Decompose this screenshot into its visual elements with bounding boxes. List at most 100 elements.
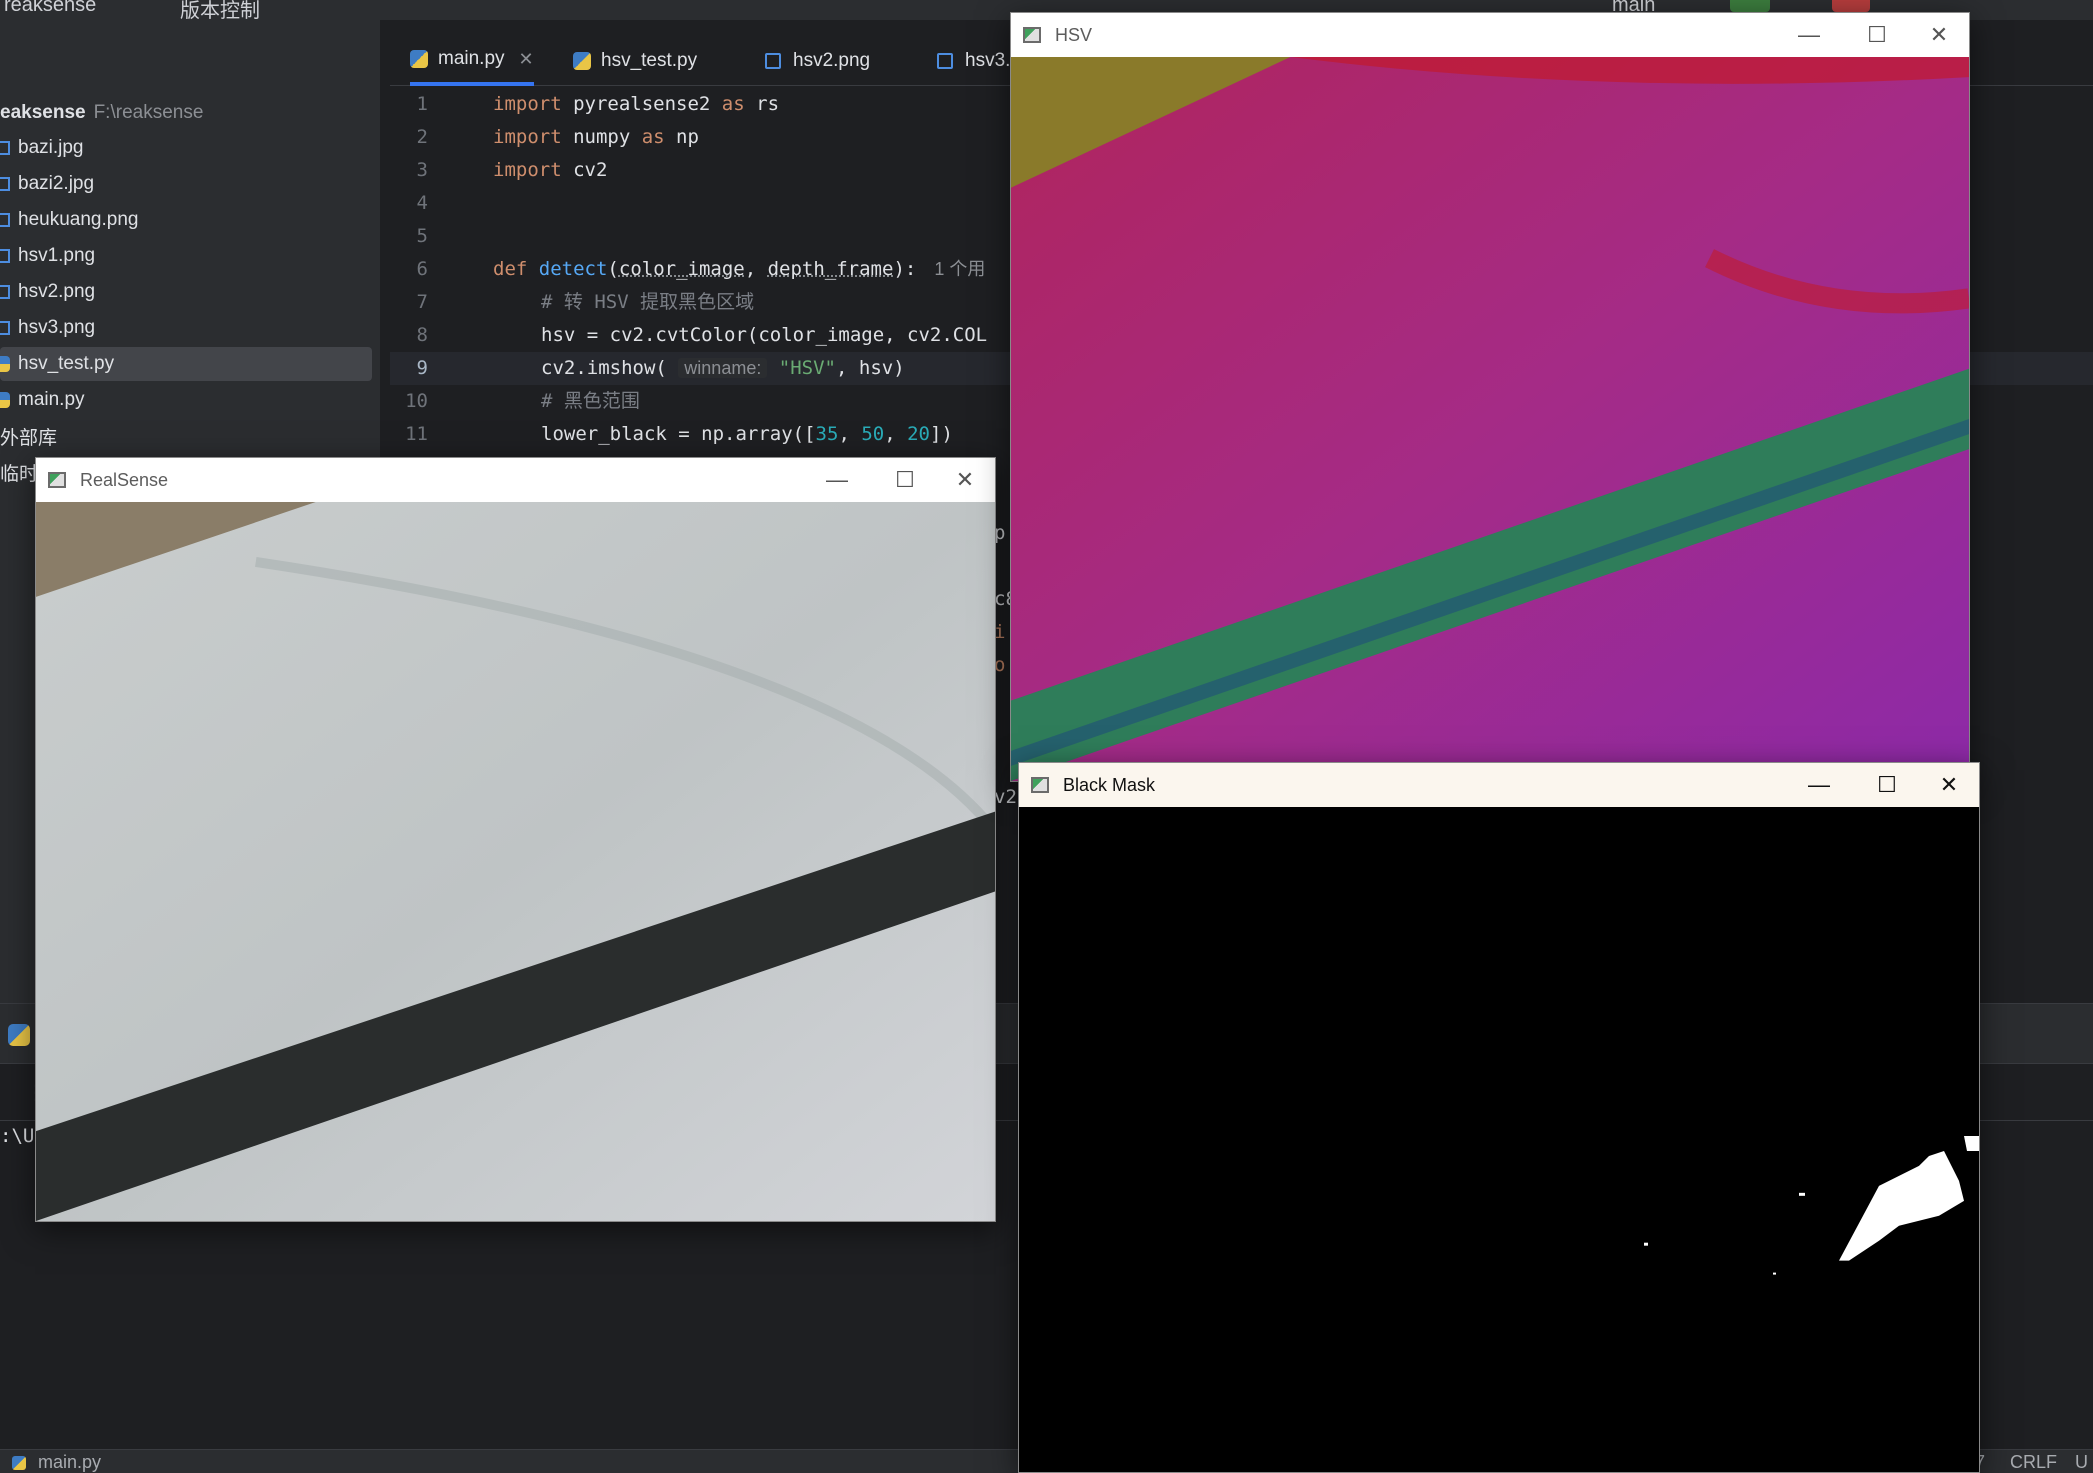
code-token: "HSV": [778, 357, 836, 379]
tab-hsv3-png[interactable]: hsv3.: [937, 36, 1010, 86]
run-button[interactable]: [1730, 0, 1770, 12]
python-file-icon: [410, 50, 428, 68]
black-mask-window[interactable]: Black Mask — ☐ ✕: [1018, 762, 1980, 1473]
close-button[interactable]: ✕: [935, 462, 995, 498]
project-root-path: F:\reaksense: [93, 102, 204, 123]
code-token: np: [664, 126, 699, 148]
code-token: numpy: [561, 126, 642, 148]
tree-item-label: heukuang.png: [18, 209, 139, 230]
app-icon: [48, 472, 66, 488]
code-token: import: [493, 93, 562, 115]
tab-label: hsv3.: [965, 50, 1011, 71]
tab-label: main.py: [438, 48, 505, 69]
code-text: hsv = cv2.cvtColor(color_image, cv2.COL: [541, 324, 988, 346]
tab-hsv-test-py[interactable]: hsv_test.py: [573, 36, 697, 86]
tree-item-label: main.py: [18, 389, 85, 410]
close-button[interactable]: ✕: [1909, 17, 1969, 53]
close-icon[interactable]: ✕: [519, 49, 534, 70]
tree-item-bazi2-jpg[interactable]: bazi2.jpg: [0, 167, 372, 201]
tree-item-heukuang-png[interactable]: heukuang.png: [0, 203, 372, 237]
code-token: import: [493, 126, 562, 148]
code-token: ]): [930, 423, 953, 445]
tab-main-py[interactable]: main.py ✕: [410, 36, 534, 86]
usage-hint[interactable]: 1 个用: [934, 259, 985, 279]
black-mask-image: [1019, 807, 1979, 1472]
window-titlebar[interactable]: Black Mask — ☐ ✕: [1019, 763, 1979, 807]
tree-item-main-py[interactable]: main.py: [0, 383, 372, 417]
python-run-icon[interactable]: [8, 1024, 30, 1046]
image-file-icon: [0, 321, 10, 335]
tree-item-bazi-jpg[interactable]: bazi.jpg: [0, 131, 372, 165]
realsense-window[interactable]: RealSense — ☐ ✕: [35, 457, 996, 1222]
line-number: 6: [416, 258, 428, 280]
code-token: as: [721, 93, 745, 115]
code-fragment: v2: [994, 786, 1017, 808]
tree-item-label: hsv1.png: [18, 245, 96, 266]
code-token: , hsv): [836, 357, 905, 379]
tree-item-hsv3-png[interactable]: hsv3.png: [0, 311, 372, 345]
code-token: 35: [815, 423, 839, 445]
python-file-icon: [573, 52, 591, 70]
code-token: 50: [861, 423, 885, 445]
tree-item-label: bazi2.jpg: [18, 173, 95, 194]
code-token: def: [493, 258, 528, 280]
image-file-icon: [0, 285, 10, 299]
tree-item-label: 外部库: [0, 427, 58, 449]
code-token: as: [641, 126, 665, 148]
code-token: import: [493, 159, 562, 181]
tree-item-label: bazi.jpg: [18, 137, 84, 158]
statusbar-line-ending[interactable]: CRLF: [2010, 1452, 2057, 1473]
project-root[interactable]: eaksense F:\reaksense: [0, 102, 203, 124]
run-output-text: :\U: [0, 1125, 35, 1147]
window-title: HSV: [1055, 25, 1093, 45]
code-token: pyrealsense2: [561, 93, 722, 115]
stop-button[interactable]: [1832, 0, 1870, 12]
window-titlebar[interactable]: RealSense — ☐ ✕: [36, 458, 995, 502]
line-number: 2: [416, 126, 428, 148]
line-number: 4: [416, 192, 428, 214]
tree-item-label: hsv2.png: [18, 281, 96, 302]
code-token: lower_black = np.array([: [541, 423, 816, 445]
window-title: RealSense: [80, 470, 169, 490]
image-file-icon: [937, 53, 953, 69]
statusbar-file[interactable]: main.py: [38, 1452, 101, 1473]
line-number: 10: [405, 390, 428, 412]
tab-label: hsv2.png: [793, 50, 871, 71]
line-number: 7: [416, 291, 428, 313]
window-titlebar[interactable]: HSV — ☐ ✕: [1011, 13, 1969, 57]
tree-item-label: hsv_test.py: [18, 353, 115, 374]
hsv-window[interactable]: HSV — ☐ ✕: [1010, 12, 1970, 782]
statusbar-encoding[interactable]: U: [2075, 1452, 2088, 1473]
image-file-icon: [0, 249, 10, 263]
line-number: 11: [405, 423, 428, 445]
line-number: 5: [416, 225, 428, 247]
line-number: 8: [416, 324, 428, 346]
image-file-icon: [0, 213, 10, 227]
code-token: detect: [538, 258, 608, 280]
code-token: 20: [907, 423, 930, 445]
python-file-icon: [0, 392, 10, 408]
tab-label: hsv_test.py: [601, 50, 698, 71]
python-file-icon: [12, 1456, 26, 1470]
minimize-button[interactable]: —: [1789, 767, 1849, 803]
code-comment: # 转 HSV 提取黑色区域: [541, 291, 755, 313]
maximize-button[interactable]: ☐: [1847, 17, 1907, 53]
project-selector[interactable]: reaksense: [4, 0, 96, 17]
tree-item-external-libraries[interactable]: 外部库: [0, 419, 372, 453]
parameter-hint: winname:: [678, 358, 768, 378]
realsense-camera-image: [36, 502, 995, 1221]
python-file-icon: [0, 356, 10, 372]
tree-item-hsv1-png[interactable]: hsv1.png: [0, 239, 372, 273]
maximize-button[interactable]: ☐: [875, 462, 935, 498]
tab-hsv2-png[interactable]: hsv2.png: [765, 36, 870, 86]
tree-item-label: hsv3.png: [18, 317, 96, 338]
minimize-button[interactable]: —: [807, 462, 867, 498]
project-root-name: eaksense: [0, 102, 86, 123]
minimize-button[interactable]: —: [1779, 17, 1839, 53]
line-number: 1: [416, 93, 428, 115]
tree-item-hsv2-png[interactable]: hsv2.png: [0, 275, 372, 309]
debug-button[interactable]: [1778, 0, 1812, 12]
tree-item-hsv-test-py[interactable]: hsv_test.py: [0, 347, 372, 381]
close-button[interactable]: ✕: [1919, 767, 1979, 803]
maximize-button[interactable]: ☐: [1857, 767, 1917, 803]
